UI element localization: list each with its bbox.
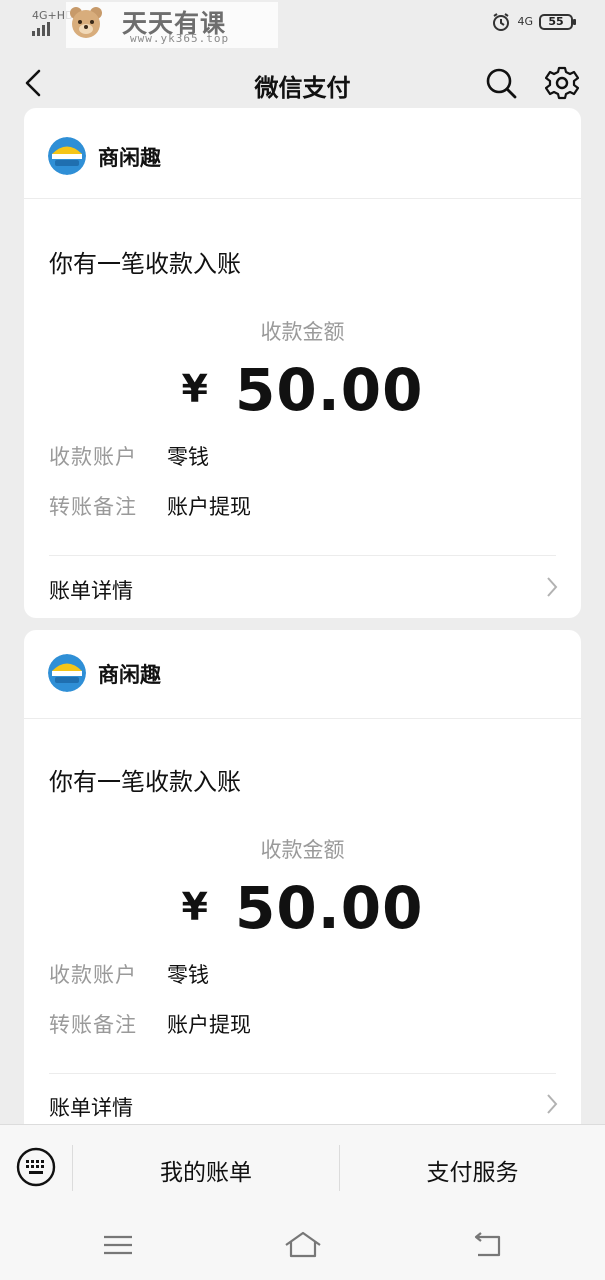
amount-value: ¥50.00 (24, 356, 581, 424)
amount-number: 50.00 (234, 356, 424, 424)
top-nav-bar: 微信支付 (0, 50, 605, 116)
account-value: 零钱 (167, 963, 209, 987)
divider (49, 555, 556, 556)
currency-symbol: ¥ (181, 885, 209, 929)
account-key: 收款账户 (49, 963, 137, 987)
status-bar: 4G+HD 天天有课 www.yk365.top 4G 55 (0, 0, 605, 50)
bill-detail-link[interactable]: 账单详情 (49, 1092, 133, 1122)
watermark-url: www.yk365.top (130, 32, 230, 45)
search-icon[interactable] (484, 66, 518, 100)
watermark: 天天有课 www.yk365.top (66, 2, 278, 48)
amount-value: ¥50.00 (24, 874, 581, 942)
bottom-menu-bar: 我的账单 支付服务 (0, 1124, 605, 1211)
signal-icon (32, 22, 50, 36)
home-icon[interactable] (284, 1228, 322, 1262)
notice-text: 你有一笔收款入账 (49, 768, 241, 796)
remark-value: 账户提现 (167, 495, 251, 519)
bear-logo-icon (70, 7, 102, 38)
gear-icon[interactable] (545, 66, 579, 100)
merchant-name: 商闲趣 (98, 146, 161, 170)
divider (49, 1073, 556, 1074)
merchant-logo-icon (48, 137, 86, 175)
remark-value: 账户提现 (167, 1013, 251, 1037)
card-header: 商闲趣 (24, 630, 581, 719)
amount-label: 收款金额 (260, 838, 345, 862)
alarm-icon (493, 13, 510, 31)
payment-message-card[interactable]: 商闲趣 你有一笔收款入账 收款金额 ¥50.00 收款账户 零钱 转账备注 账户… (24, 630, 581, 1150)
currency-symbol: ¥ (181, 367, 209, 411)
merchant-logo-icon (48, 654, 86, 692)
amount-label: 收款金额 (260, 320, 345, 344)
pay-services-tab[interactable]: 支付服务 (340, 1153, 605, 1187)
battery-icon: 55 (539, 14, 576, 30)
bill-detail-link[interactable]: 账单详情 (49, 575, 133, 605)
payment-message-card[interactable]: 商闲趣 你有一笔收款入账 收款金额 ¥50.00 收款账户 零钱 转账备注 账户… (24, 108, 581, 618)
remark-key: 转账备注 (49, 495, 137, 519)
network-4g-label: 4G (517, 15, 533, 28)
notice-text: 你有一笔收款入账 (49, 250, 241, 278)
merchant-name: 商闲趣 (98, 663, 161, 687)
back-nav-icon[interactable] (470, 1228, 504, 1262)
remark-key: 转账备注 (49, 1013, 137, 1037)
account-value: 零钱 (167, 445, 209, 469)
status-right: 4G 55 (491, 12, 576, 32)
my-bills-tab[interactable]: 我的账单 (73, 1153, 339, 1187)
system-nav-bar (0, 1210, 605, 1280)
card-header: 商闲趣 (24, 108, 581, 199)
amount-number: 50.00 (234, 874, 424, 942)
account-key: 收款账户 (49, 445, 137, 469)
chevron-right-icon (547, 1094, 558, 1114)
chevron-right-icon (547, 577, 558, 597)
keyboard-icon[interactable] (16, 1147, 56, 1187)
menu-icon[interactable] (101, 1228, 135, 1262)
